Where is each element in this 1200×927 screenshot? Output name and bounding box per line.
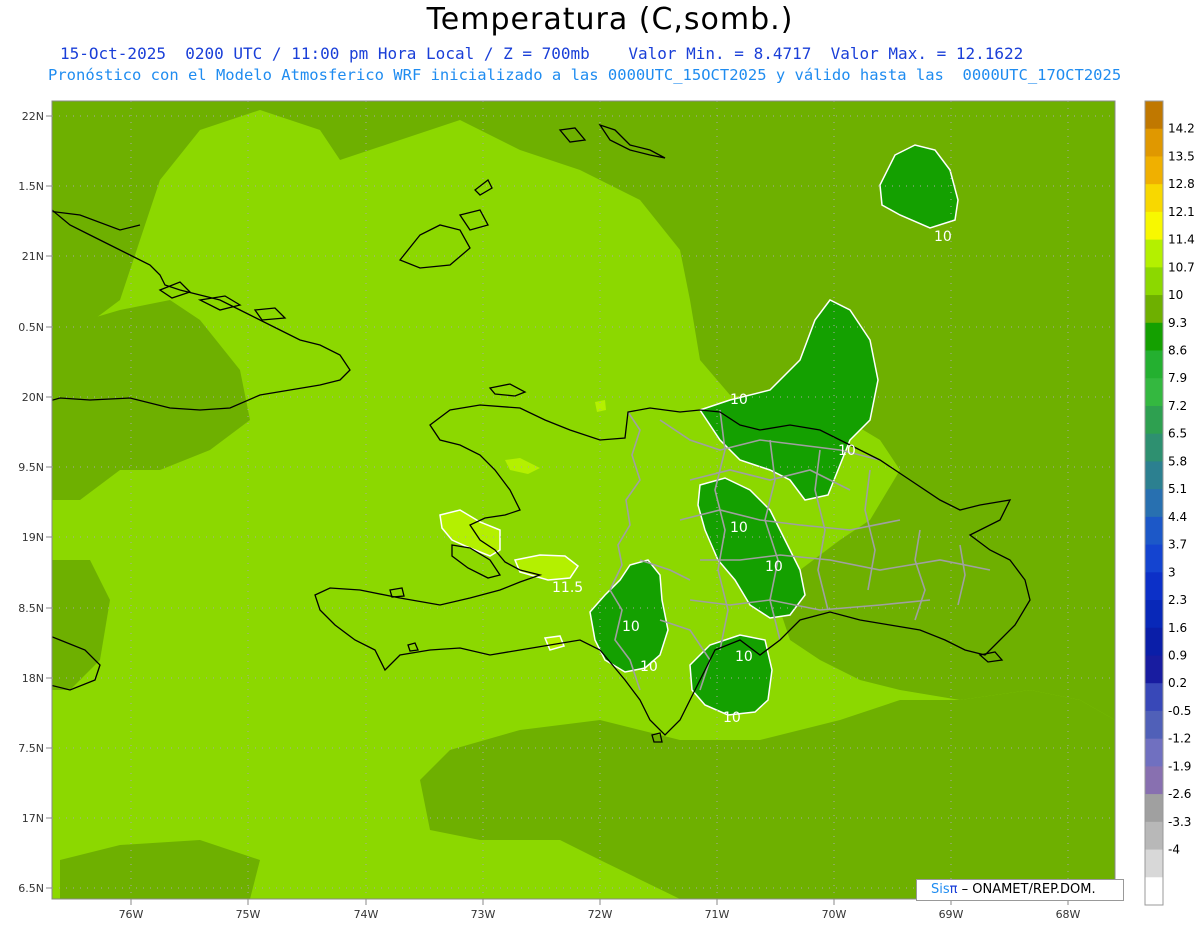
temperature-field [52, 101, 1115, 899]
lat-label: 7.5N [18, 742, 44, 755]
colorbar-swatch [1145, 877, 1163, 906]
longitude-axis: 76W 75W 74W 73W 72W 71W 70W 69W 68W [119, 899, 1081, 921]
colorbar-label: 10.7 [1168, 260, 1195, 274]
colorbar-label: 5.1 [1168, 482, 1187, 496]
contour-label: 10 [934, 229, 952, 245]
colorbar-swatch [1145, 572, 1163, 601]
contour-label: 10 [838, 443, 856, 459]
contour-label: 10 [730, 520, 748, 536]
colorbar-swatch [1145, 156, 1163, 185]
colorbar-label: 9.3 [1168, 316, 1187, 330]
colorbar-swatch [1145, 211, 1163, 241]
lat-label: 1.5N [18, 180, 44, 193]
colorbar-label: 0.9 [1168, 648, 1187, 662]
lon-label: 76W [119, 908, 144, 921]
contour-label: 10 [735, 649, 753, 665]
lat-label: 21N [22, 250, 44, 263]
lat-label: 6.5N [18, 882, 44, 895]
colorbar-label: 7.2 [1168, 399, 1187, 413]
lon-label: 71W [705, 908, 730, 921]
colorbar-label: -0.5 [1168, 704, 1191, 718]
colorbar-swatch [1145, 544, 1163, 573]
colorbar-swatch [1145, 295, 1163, 324]
colorbar-swatch [1145, 489, 1163, 518]
colorbar-label: 5.8 [1168, 454, 1187, 468]
colorbar-swatch [1145, 239, 1163, 268]
colorbar-label: 14.2 [1168, 122, 1195, 136]
lat-label: 20N [22, 391, 44, 404]
latitude-axis: 22N 1.5N 21N 0.5N 20N 9.5N 19N 8.5N 18N … [18, 110, 52, 895]
colorbar-swatch [1145, 128, 1163, 157]
colorbar-label: 3.7 [1168, 538, 1187, 552]
colorbar-label: 8.6 [1168, 344, 1187, 358]
color-bar: 14.2 13.5 12.8 12.1 11.4 10.7 10 9.3 8.6 7.9 7.2 6.… [1144, 100, 1195, 906]
colorbar-label: 3 [1168, 565, 1176, 579]
colorbar-label: 2.3 [1168, 593, 1187, 607]
lat-label: 19N [22, 531, 44, 544]
lon-label: 68W [1056, 908, 1081, 921]
colorbar-label: 12.1 [1168, 205, 1195, 219]
colorbar-label: -1.9 [1168, 759, 1191, 773]
colorbar-label: 13.5 [1168, 149, 1195, 163]
contour-label: 10 [723, 710, 741, 726]
colorbar-label: 1.6 [1168, 621, 1187, 635]
colorbar-swatch [1145, 267, 1163, 296]
lat-label: 8.5N [18, 602, 44, 615]
contour-label: 10 [765, 559, 783, 575]
lat-label: 0.5N [18, 321, 44, 334]
lat-label: 9.5N [18, 461, 44, 474]
colorbar-label: 12.8 [1168, 177, 1195, 191]
colorbar-swatch [1145, 350, 1163, 379]
colorbar-label: 10 [1168, 288, 1183, 302]
lon-label: 70W [822, 908, 847, 921]
colorbar-swatch [1145, 433, 1163, 462]
temperature-map: 10 10 10 10 10 10 10 10 10 11.5 22N 1.5N… [18, 100, 1195, 921]
colorbar-swatch [1145, 184, 1163, 213]
colorbar-swatch [1145, 600, 1163, 629]
colorbar-label: -3.3 [1168, 815, 1191, 829]
colorbar-label: 4.4 [1168, 510, 1187, 524]
contour-label: 10 [640, 659, 658, 675]
credit-org: – ONAMET/REP.DOM. [957, 882, 1096, 897]
colorbar-swatch [1145, 627, 1163, 656]
colorbar-label: 7.9 [1168, 371, 1187, 385]
lon-label: 69W [939, 908, 964, 921]
lon-label: 72W [588, 908, 613, 921]
colorbar-swatch [1145, 516, 1163, 546]
lat-label: 18N [22, 672, 44, 685]
lon-label: 73W [471, 908, 496, 921]
field-warm-spot-5 [595, 400, 606, 412]
colorbar-label: -4 [1168, 843, 1180, 857]
colorbar-swatch [1145, 766, 1163, 795]
colorbar-swatch [1145, 405, 1163, 435]
lat-label: 17N [22, 812, 44, 825]
colorbar-swatch [1145, 322, 1163, 352]
contour-label: 10 [622, 619, 640, 635]
credit-box: Sisπ – ONAMET/REP.DOM. [916, 879, 1124, 901]
colorbar-swatch [1145, 794, 1163, 823]
colorbar-label: 11.4 [1168, 233, 1195, 247]
colorbar-swatch [1145, 683, 1163, 712]
colorbar-swatch [1145, 849, 1163, 878]
colorbar-swatch [1145, 655, 1163, 684]
colorbar-swatch [1145, 101, 1163, 130]
contour-label: 11.5 [552, 580, 583, 596]
credit-sis: Sis [931, 882, 950, 897]
colorbar-label: -1.2 [1168, 732, 1191, 746]
contour-label: 10 [730, 392, 748, 408]
colorbar-swatch [1145, 710, 1163, 740]
lon-label: 74W [354, 908, 379, 921]
colorbar-swatch [1145, 738, 1163, 767]
colorbar-swatch [1145, 821, 1163, 851]
colorbar-label: 0.2 [1168, 676, 1187, 690]
lat-label: 22N [22, 110, 44, 123]
colorbar-swatch [1145, 378, 1163, 407]
colorbar-label: -2.6 [1168, 787, 1191, 801]
colorbar-swatch [1145, 461, 1163, 490]
lon-label: 75W [236, 908, 261, 921]
colorbar-label: 6.5 [1168, 427, 1187, 441]
